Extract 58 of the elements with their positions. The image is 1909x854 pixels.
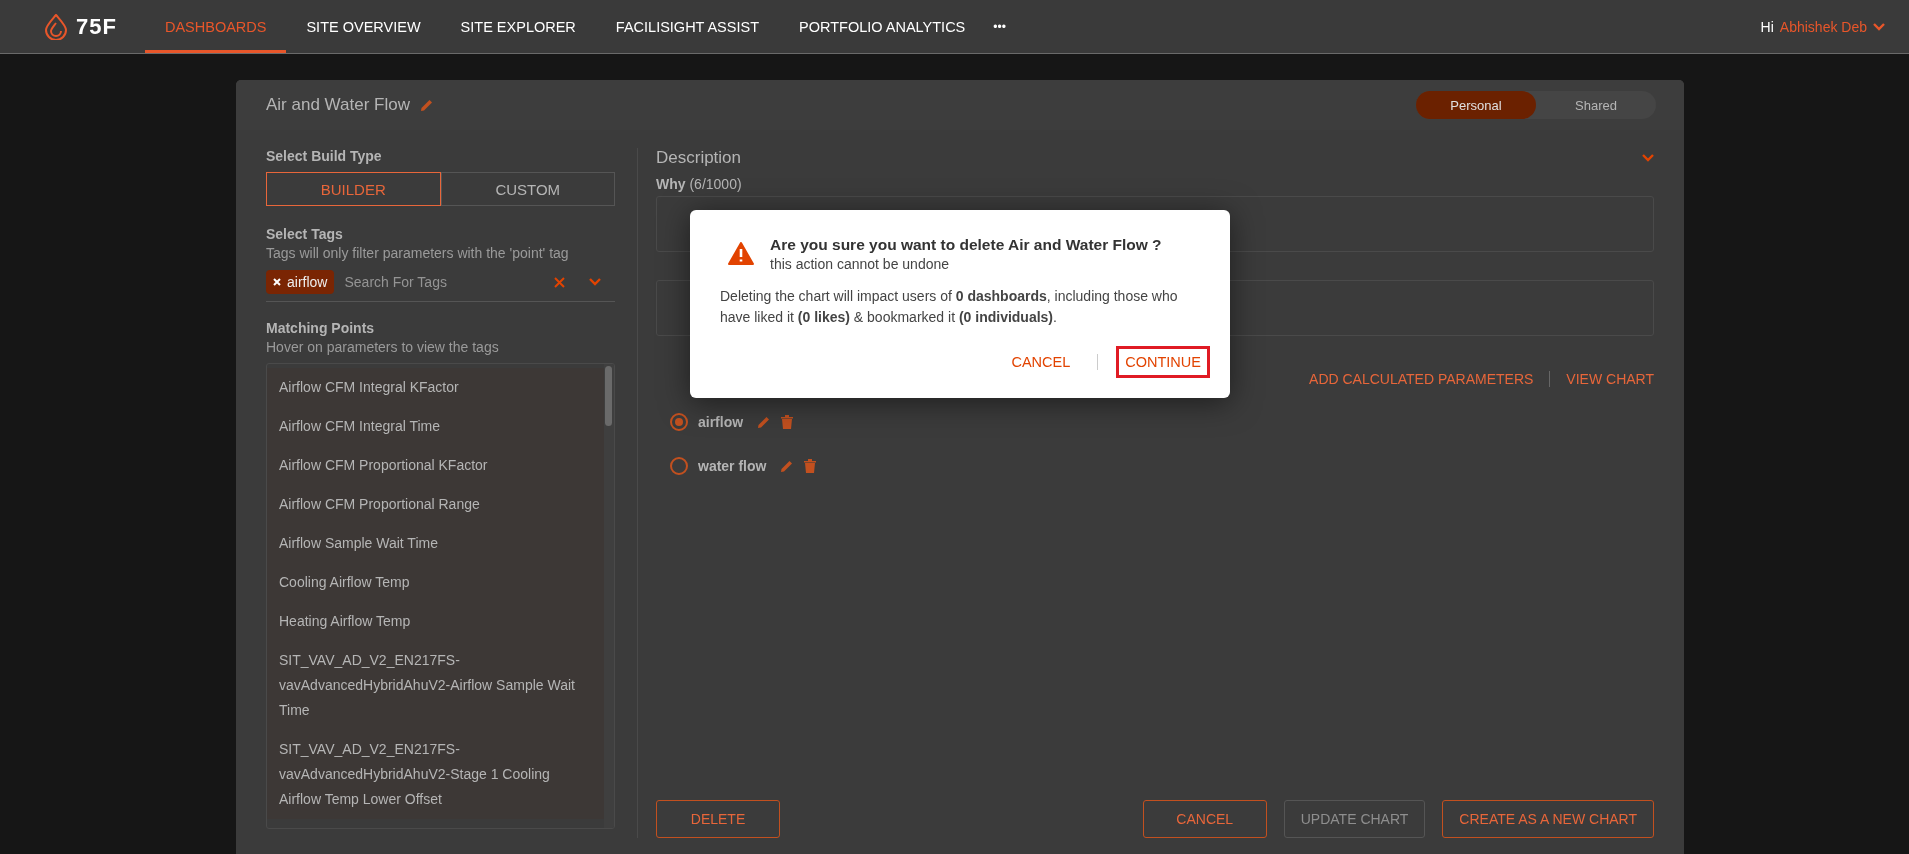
more-menu[interactable]: ••• bbox=[993, 19, 1006, 34]
build-type-option[interactable]: CUSTOM bbox=[440, 172, 615, 206]
point-item[interactable]: Airflow CFM Proportional Range bbox=[267, 485, 604, 524]
point-item[interactable]: Airflow CFM Integral Time bbox=[267, 407, 604, 446]
visibility-toggle[interactable]: Personal bbox=[1416, 91, 1536, 119]
dialog-subtitle: this action cannot be undone bbox=[770, 256, 951, 272]
radio-button[interactable] bbox=[670, 413, 688, 431]
pencil-icon[interactable] bbox=[757, 415, 772, 429]
visibility-toggle[interactable]: Shared bbox=[1536, 91, 1656, 119]
point-item[interactable]: Airflow CFM Integral KFactor bbox=[267, 368, 604, 407]
nav-tab[interactable]: SITE EXPLORER bbox=[440, 0, 596, 53]
section-label: Matching Points bbox=[266, 320, 376, 336]
dialog-button[interactable]: CANCEL bbox=[1002, 346, 1080, 378]
nav-tab[interactable]: PORTFOLIO ANALYTICS bbox=[779, 0, 986, 53]
nav-tab[interactable]: FACILISIGHT ASSIST bbox=[595, 0, 779, 53]
trash-icon[interactable] bbox=[781, 415, 794, 429]
point-item[interactable]: SIT_VAV_AD_V2_EN217FS-vavAdvancedHybridAhuV2-Stage 1 Cooling Airflow Temp Lower Offset bbox=[267, 730, 604, 819]
chart-title: Air and Water Flow bbox=[266, 95, 410, 115]
dialog-message: Deleting the chart will impact users of 0 dashboards, including those who have liked it (0 likes) & bookmarked it (0 individuals). bbox=[720, 287, 1179, 327]
parameter-name: water flow bbox=[698, 458, 767, 474]
edit-title-icon[interactable] bbox=[419, 98, 434, 112]
parameter-link[interactable]: VIEW CHART bbox=[1566, 371, 1654, 387]
point-item[interactable]: Heating Airflow Temp bbox=[267, 602, 604, 641]
section-hint: Tags will only filter parameters with the 'point' tag bbox=[266, 245, 570, 261]
collapse-chevron-icon[interactable] bbox=[1642, 154, 1654, 162]
trash-icon[interactable] bbox=[804, 459, 817, 473]
point-item[interactable]: SIT_VAV_AD_V2_EN217FS-vavAdvancedHybridAhuV2-Airflow Sample Wait Time bbox=[267, 641, 604, 730]
user-menu-chevron-icon[interactable] bbox=[1873, 22, 1885, 31]
tag-search-field[interactable]: Search For Tags bbox=[342, 273, 546, 291]
remove-icon[interactable] bbox=[273, 278, 281, 286]
section-label: Select Build Type bbox=[266, 148, 383, 164]
field-label: Why (6/1000) bbox=[656, 176, 743, 192]
clear-icon[interactable] bbox=[554, 276, 565, 288]
section-hint: Hover on parameters to view the tags bbox=[266, 339, 500, 355]
dialog-button[interactable]: CONTINUE bbox=[1116, 346, 1210, 378]
chevron-down-icon[interactable] bbox=[589, 278, 601, 286]
tag-chip[interactable]: airflow bbox=[266, 270, 335, 294]
parameter-link[interactable]: ADD CALCULATED PARAMETERS bbox=[1309, 371, 1534, 387]
build-type-option[interactable]: BUILDER bbox=[266, 172, 441, 206]
action-button[interactable]: CANCEL bbox=[1142, 800, 1267, 838]
dialog-title: Are you sure you want to delete Air and Water Flow ? bbox=[770, 236, 1162, 254]
logo-text[interactable]: 75F bbox=[76, 13, 117, 40]
pencil-icon[interactable] bbox=[780, 459, 795, 473]
scrollbar-thumb[interactable] bbox=[605, 366, 612, 426]
warning-icon bbox=[728, 242, 754, 265]
logo-icon[interactable] bbox=[44, 13, 68, 40]
user-name[interactable]: Abhishek Deb bbox=[1779, 18, 1867, 35]
point-item[interactable]: Airflow CFM Proportional KFactor bbox=[267, 446, 604, 485]
action-button[interactable]: DELETE bbox=[656, 800, 780, 838]
nav-tab[interactable]: SITE OVERVIEW bbox=[286, 0, 441, 53]
greeting: Hi bbox=[1760, 18, 1774, 35]
section-title: Description bbox=[656, 148, 742, 168]
point-item[interactable]: Cooling Airflow Temp bbox=[267, 563, 604, 602]
parameter-name: airflow bbox=[698, 414, 744, 430]
radio-button[interactable] bbox=[670, 457, 688, 475]
section-label: Select Tags bbox=[266, 226, 344, 242]
point-item[interactable]: Airflow Sample Wait Time bbox=[267, 524, 604, 563]
action-button[interactable]: CREATE AS A NEW CHART bbox=[1442, 800, 1654, 838]
